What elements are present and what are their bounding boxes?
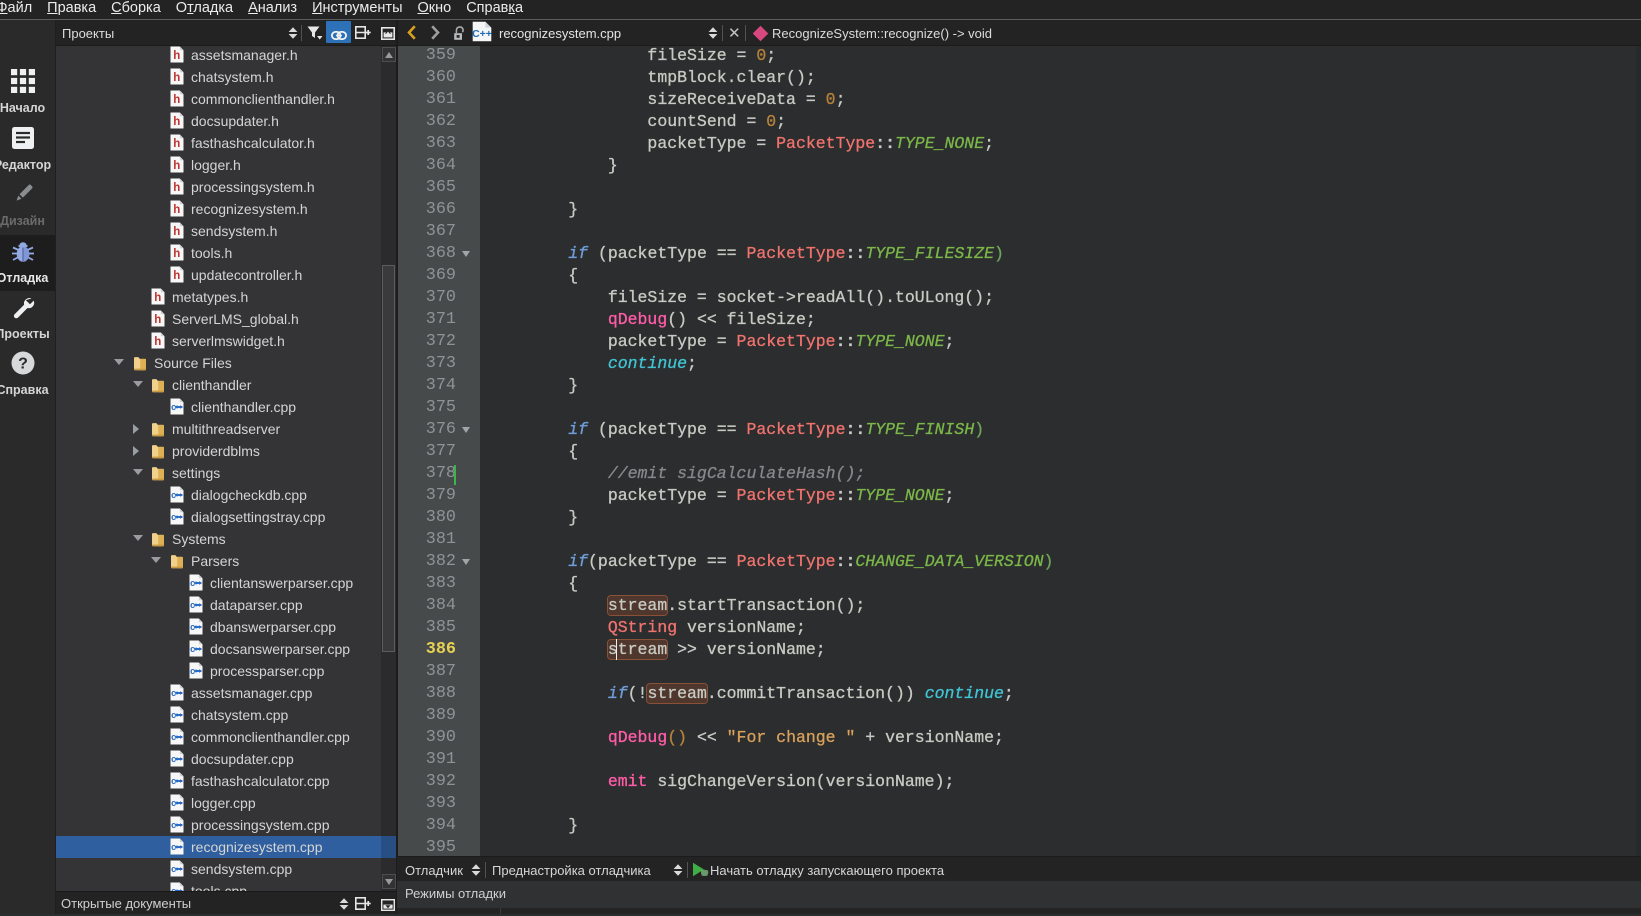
svg-text:h: h <box>173 116 180 128</box>
svg-text:h: h <box>173 50 180 62</box>
svg-text:h: h <box>154 336 161 348</box>
svg-text:h: h <box>173 94 180 106</box>
svg-text:h: h <box>154 292 161 304</box>
svg-text:h: h <box>173 248 180 260</box>
svg-text:h: h <box>173 226 180 238</box>
svg-text:h: h <box>173 182 180 194</box>
svg-text:h: h <box>154 314 161 326</box>
svg-text:?: ? <box>18 356 28 373</box>
svg-text:h: h <box>173 138 180 150</box>
svg-text:h: h <box>173 160 180 172</box>
svg-text:h: h <box>173 270 180 282</box>
svg-text:h: h <box>173 72 180 84</box>
svg-text:h: h <box>173 204 180 216</box>
svg-text:C++: C++ <box>472 28 492 40</box>
